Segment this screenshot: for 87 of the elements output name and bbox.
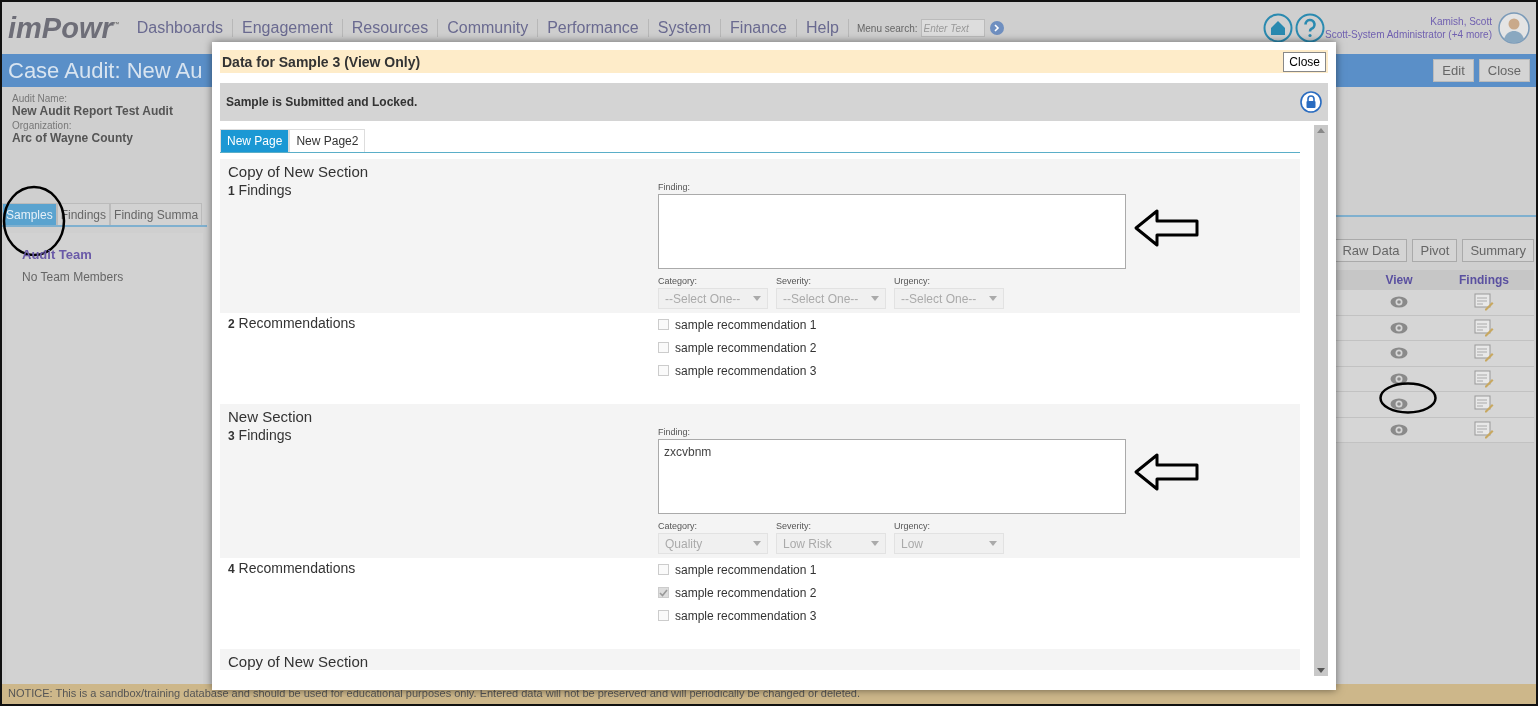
caret-icon bbox=[753, 541, 761, 546]
dialog-title: Data for Sample 3 (View Only) bbox=[222, 53, 421, 70]
finding-field[interactable] bbox=[658, 194, 1126, 269]
nav-menu-item[interactable]: Community bbox=[438, 19, 539, 37]
field-label: Category: bbox=[658, 521, 699, 531]
scrollbar[interactable] bbox=[1314, 125, 1328, 676]
section-title: New Section bbox=[220, 404, 1300, 425]
field-label: Category: bbox=[658, 276, 699, 286]
info-label: Audit Name: bbox=[12, 93, 69, 104]
page-action-button[interactable]: Close bbox=[1478, 59, 1530, 82]
nav-menu-item[interactable]: Dashboards bbox=[127, 19, 234, 37]
field-label: Severity: bbox=[776, 521, 812, 531]
empty-message: No Team Members bbox=[22, 270, 125, 284]
nav-menu-item[interactable]: Finance bbox=[721, 19, 797, 37]
help-icon[interactable] bbox=[1295, 13, 1325, 43]
page-title: Case Audit: New Au bbox=[8, 57, 203, 84]
note-with-pencil-icon[interactable] bbox=[1474, 293, 1494, 312]
recommendation-option[interactable]: sample recommendation 2 bbox=[658, 336, 1292, 359]
column-header: Findings bbox=[1458, 273, 1510, 287]
note-with-pencil-icon[interactable] bbox=[1474, 420, 1494, 439]
nav-menu-item[interactable]: Help bbox=[797, 19, 849, 37]
go-icon[interactable] bbox=[989, 21, 1004, 35]
app-logo[interactable]: imPowr$^{™}$ bbox=[8, 11, 120, 45]
scroll-down-icon[interactable] bbox=[1317, 668, 1325, 673]
scroll-up-icon[interactable] bbox=[1317, 128, 1325, 133]
question-label: 3 Findings bbox=[228, 426, 293, 445]
eye-icon[interactable] bbox=[1390, 398, 1408, 411]
section-title: Copy of New Section bbox=[220, 649, 1300, 670]
hand-drawn-circle bbox=[1379, 382, 1437, 414]
hand-drawn-arrow bbox=[1134, 209, 1200, 247]
info-value: Arc of Wayne County bbox=[12, 131, 134, 145]
toolbar-button[interactable]: Raw Data bbox=[1334, 239, 1408, 262]
checkbox[interactable] bbox=[658, 610, 669, 621]
field-label: Finding: bbox=[658, 427, 692, 437]
question-label: 2 Recommendations bbox=[228, 314, 357, 333]
page-tab[interactable]: New Page bbox=[220, 129, 290, 152]
nav-menu-item[interactable]: Performance bbox=[538, 19, 649, 37]
field-label: Urgency: bbox=[894, 521, 931, 531]
menu-search-field[interactable]: Enter Text bbox=[920, 19, 985, 37]
recommendation-option[interactable]: sample recommendation 1 bbox=[658, 313, 1292, 336]
info-value: New Audit Report Test Audit bbox=[12, 104, 174, 118]
toolbar-button[interactable]: Pivot bbox=[1412, 239, 1458, 262]
tab[interactable]: Finding Summa bbox=[110, 203, 203, 225]
finding-field[interactable]: zxcvbnm bbox=[658, 439, 1126, 514]
hand-drawn-arrow bbox=[1134, 453, 1200, 491]
caret-icon bbox=[871, 296, 879, 301]
nav-menu-item[interactable]: Resources bbox=[342, 19, 439, 37]
recommendation-option[interactable]: sample recommendation 1 bbox=[658, 558, 1292, 581]
caret-icon bbox=[989, 541, 997, 546]
close-button[interactable]: Close bbox=[1283, 51, 1326, 72]
checkbox[interactable] bbox=[658, 564, 669, 575]
field-label: Severity: bbox=[776, 276, 812, 286]
field-label: Urgency: bbox=[894, 276, 931, 286]
page-action-button[interactable]: Edit bbox=[1433, 59, 1474, 82]
tab[interactable]: Samples bbox=[2, 203, 57, 225]
lock-icon bbox=[1300, 91, 1322, 113]
eye-icon[interactable] bbox=[1390, 372, 1408, 385]
user-role[interactable]: Scott-System Administrator (+4 more) bbox=[1325, 28, 1492, 41]
info-label: Organization: bbox=[12, 120, 73, 131]
caret-icon bbox=[871, 541, 879, 546]
status-message: Sample is Submitted and Locked. bbox=[226, 95, 418, 109]
checkbox[interactable] bbox=[658, 587, 669, 598]
checkbox[interactable] bbox=[658, 319, 669, 330]
note-with-pencil-icon[interactable] bbox=[1474, 344, 1494, 363]
nav-menu-item[interactable]: System bbox=[648, 19, 722, 37]
checkbox[interactable] bbox=[658, 342, 669, 353]
caret-icon bbox=[753, 296, 761, 301]
field-label: Finding: bbox=[658, 182, 692, 192]
user-name[interactable]: Kamish, Scott bbox=[1430, 15, 1492, 28]
nav-menu-item[interactable]: Engagement bbox=[233, 19, 343, 37]
recommendation-option[interactable]: sample recommendation 2 bbox=[658, 581, 1292, 604]
note-with-pencil-icon[interactable] bbox=[1474, 318, 1494, 337]
home-icon[interactable] bbox=[1263, 13, 1293, 43]
caret-icon bbox=[989, 296, 997, 301]
checkbox[interactable] bbox=[658, 365, 669, 376]
recommendation-option[interactable]: sample recommendation 3 bbox=[658, 604, 1292, 627]
toolbar-button[interactable]: Summary bbox=[1462, 239, 1534, 262]
page-tab[interactable]: New Page2 bbox=[289, 129, 366, 152]
note-with-pencil-icon[interactable] bbox=[1474, 369, 1494, 388]
menu-search-label: Menu search: bbox=[856, 22, 918, 34]
question-label: 4 Recommendations bbox=[228, 559, 357, 578]
section-title: Copy of New Section bbox=[220, 159, 1300, 180]
note-with-pencil-icon[interactable] bbox=[1474, 395, 1494, 414]
column-header: View bbox=[1384, 273, 1414, 287]
avatar-icon[interactable] bbox=[1498, 12, 1530, 44]
question-label: 1 Findings bbox=[228, 181, 293, 200]
recommendation-option[interactable]: sample recommendation 3 bbox=[658, 359, 1292, 382]
